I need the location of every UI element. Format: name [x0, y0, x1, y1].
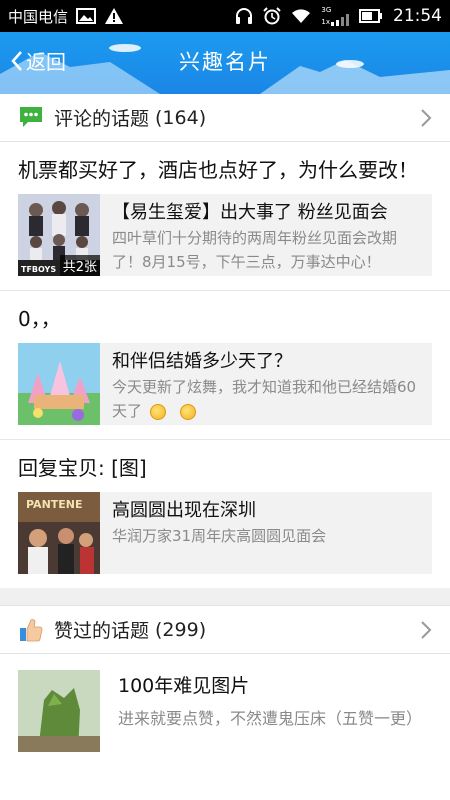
comments-section-count: (164) [155, 106, 207, 129]
list-item[interactable]: 0，， 和伴侣结婚多少天了？ 今天更新了炫舞，我才知道我和他已经结婚60天了 [0, 291, 450, 440]
carrier-label: 中国电信 [8, 7, 69, 26]
card-description-wrap: 今天更新了炫舞，我才知道我和他已经结婚60天了 [112, 375, 422, 423]
topic-thumbnail: PANTENE [18, 492, 100, 574]
section-divider [0, 588, 450, 606]
topic-text: 机票都买好了，酒店也点好了，为什么要改！ [18, 158, 418, 182]
image-count-badge: 共2张 [59, 255, 100, 276]
network-type-label: 3G [321, 6, 332, 14]
list-item[interactable]: 机票都买好了，酒店也点好了，为什么要改！ TFBOYS 共2张 【易生玺爱】出大… [0, 142, 450, 291]
topic-card[interactable]: TFBOYS 共2张 【易生玺爱】出大事了 粉丝见面会 四叶草们十分期待的两周年… [18, 194, 432, 276]
image-icon [76, 8, 97, 24]
network-sub-label: 1x [321, 18, 330, 26]
chevron-right-icon [421, 620, 432, 639]
liked-section-label: 赞过的话题 [54, 620, 150, 642]
content-scroll[interactable]: 评论的话题 (164) 机票都买好了，酒店也点好了，为什么要改！ TFBOYS … [0, 94, 450, 800]
topic-thumbnail: TFBOYS 共2张 [18, 194, 100, 276]
card-description: 四叶草们十分期待的两周年粉丝见面会改期了！8月15号，下午三点，万事达中心！ [112, 229, 398, 271]
battery-icon [359, 9, 383, 23]
liked-description: 进来就要点赞，不然遭鬼压床（五赞一更） [118, 709, 423, 728]
card-title: 【易生玺爱】出大事了 粉丝见面会 [112, 202, 388, 223]
comments-section-header[interactable]: 评论的话题 (164) [0, 94, 450, 142]
smile-emoji-icon [180, 403, 197, 420]
fantasy-castle-image [18, 343, 100, 425]
liked-title: 100年难见图片 [118, 675, 250, 697]
topic-text: 回复宝贝: [图] [18, 456, 147, 480]
chat-bubble-icon [18, 105, 44, 131]
status-bar: 中国电信 3G 1x 21:54 [0, 0, 450, 32]
topic-card[interactable]: 和伴侣结婚多少天了？ 今天更新了炫舞，我才知道我和他已经结婚60天了 [18, 343, 432, 425]
app-header: 返回 兴趣名片 [0, 32, 450, 94]
list-item[interactable]: 回复宝贝: [图] PANTENE 高圆圆出现在深圳 华润万家31周年庆高圆圆见… [0, 440, 450, 588]
topic-card[interactable]: PANTENE 高圆圆出现在深圳 华润万家31周年庆高圆圆见面会 [18, 492, 432, 574]
topic-text: 0，， [18, 307, 61, 331]
rock-garden-image [18, 670, 100, 752]
smile-emoji-icon [150, 403, 167, 420]
topic-thumbnail [18, 343, 100, 425]
comments-section-label: 评论的话题 [54, 108, 150, 130]
headphones-icon [235, 7, 253, 25]
liked-section-header[interactable]: 赞过的话题 (299) [0, 606, 450, 654]
clock: 21:54 [393, 6, 442, 26]
liked-thumbnail [18, 670, 100, 752]
card-title: 和伴侣结婚多少天了？ [112, 351, 292, 372]
chevron-right-icon [421, 108, 432, 127]
card-description: 华润万家31周年庆高圆圆见面会 [112, 527, 327, 545]
thumb-caption: PANTENE [26, 498, 83, 511]
thumb-caption: TFBOYS [21, 265, 57, 274]
wifi-icon [291, 8, 311, 24]
signal-icon: 3G 1x [321, 6, 349, 26]
warning-icon [104, 7, 124, 25]
liked-list-item[interactable]: 100年难见图片 进来就要点赞，不然遭鬼压床（五赞一更） [0, 654, 450, 752]
page-title: 兴趣名片 [179, 50, 271, 74]
thumbs-up-icon [18, 617, 44, 643]
card-title: 高圆圆出现在深圳 [112, 500, 256, 521]
alarm-icon [263, 7, 282, 25]
liked-section-count: (299) [155, 618, 207, 641]
